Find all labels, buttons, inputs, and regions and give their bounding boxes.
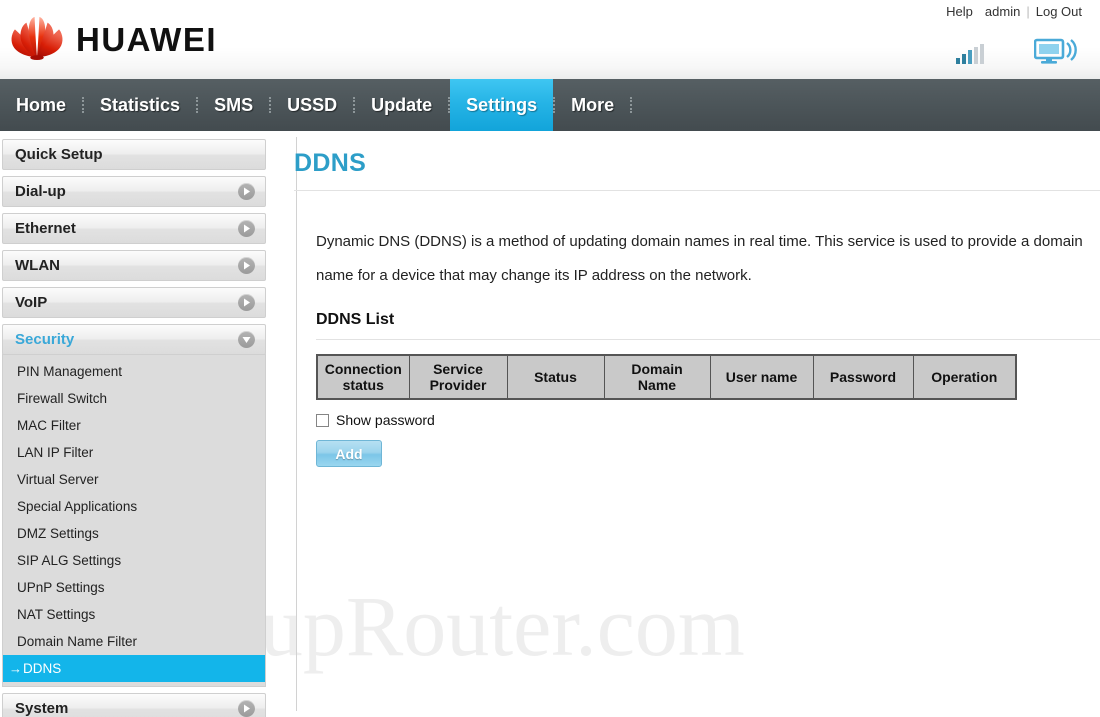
brand-name: HUAWEI bbox=[76, 20, 217, 58]
huawei-logo: HUAWEI bbox=[8, 13, 217, 66]
sidebar-group-ethernet: Ethernet bbox=[2, 213, 266, 244]
wifi-monitor-icon bbox=[1033, 38, 1078, 69]
page-description: Dynamic DNS (DDNS) is a method of updati… bbox=[316, 233, 1083, 284]
sidebar-item-nat-settings[interactable]: NAT Settings bbox=[3, 601, 265, 628]
main-navigation: Home Statistics SMS USSD Update Settings… bbox=[0, 79, 1100, 131]
sidebar-item-label: WLAN bbox=[15, 257, 60, 274]
sidebar-subitem-label: Special Applications bbox=[17, 499, 138, 514]
sidebar-item-ethernet[interactable]: Ethernet bbox=[2, 213, 266, 244]
column-header-service-provider: Service Provider bbox=[408, 354, 508, 400]
page-title: DDNS bbox=[294, 149, 367, 177]
sidebar-item-mac-filter[interactable]: MAC Filter bbox=[3, 412, 265, 439]
sidebar-item-special-applications[interactable]: Special Applications bbox=[3, 493, 265, 520]
top-account-links: Help admin | Log Out bbox=[940, 4, 1088, 19]
nav-separator bbox=[630, 97, 633, 113]
table-header-row: Connection status Service Provider Statu… bbox=[316, 354, 1017, 400]
title-divider bbox=[294, 190, 1100, 191]
sidebar-group-quick-setup: Quick Setup bbox=[2, 139, 266, 170]
ddns-list-heading: DDNS List bbox=[316, 311, 395, 328]
nav-item-ussd[interactable]: USSD bbox=[271, 79, 353, 131]
column-header-status: Status bbox=[506, 354, 605, 400]
sidebar-item-security[interactable]: Security bbox=[2, 324, 266, 355]
sidebar-subitem-label: Virtual Server bbox=[17, 472, 99, 487]
list-divider bbox=[316, 339, 1100, 340]
column-header-operation: Operation bbox=[912, 354, 1017, 400]
sidebar-item-dial-up[interactable]: Dial-up bbox=[2, 176, 266, 207]
sidebar-subitem-label: Domain Name Filter bbox=[17, 634, 138, 649]
sidebar-item-domain-name-filter[interactable]: Domain Name Filter bbox=[3, 628, 265, 655]
nav-item-settings[interactable]: Settings bbox=[450, 79, 554, 131]
sidebar-subitem-label: PIN Management bbox=[17, 364, 123, 379]
router-admin-page: HUAWEI Help admin | Log Out Home Statist… bbox=[0, 0, 1100, 717]
ddns-table: Connection status Service Provider Statu… bbox=[316, 354, 1017, 400]
sidebar-group-system: System bbox=[2, 693, 266, 717]
sidebar-item-upnp-settings[interactable]: UPnP Settings bbox=[3, 574, 265, 601]
sidebar-subitem-label: DDNS bbox=[23, 661, 62, 676]
sidebar-submenu-security: PIN Management Firewall Switch MAC Filte… bbox=[2, 354, 266, 687]
column-header-connection-status: Connection status bbox=[316, 354, 410, 400]
sidebar-item-wlan[interactable]: WLAN bbox=[2, 250, 266, 281]
sidebar-item-voip[interactable]: VoIP bbox=[2, 287, 266, 318]
main-content: DDNS Dynamic DNS (DDNS) is a method of u… bbox=[272, 131, 1100, 717]
page-header: HUAWEI Help admin | Log Out bbox=[0, 0, 1100, 79]
sidebar-item-quick-setup[interactable]: Quick Setup bbox=[2, 139, 266, 170]
sidebar-item-ddns[interactable]: → DDNS bbox=[3, 655, 265, 682]
sidebar-group-voip: VoIP bbox=[2, 287, 266, 318]
current-user-link[interactable]: admin bbox=[979, 4, 1026, 19]
status-icon-group bbox=[956, 38, 1078, 69]
signal-bars-icon bbox=[956, 44, 986, 69]
page-body: SetupRouter.com Quick Setup Dial-up Ethe… bbox=[0, 131, 1100, 717]
logout-link[interactable]: Log Out bbox=[1030, 4, 1088, 19]
sidebar-subitem-label: DMZ Settings bbox=[17, 526, 99, 541]
sidebar-item-label: Dial-up bbox=[15, 183, 66, 200]
chevron-right-icon[interactable] bbox=[238, 294, 255, 311]
sidebar-item-label: VoIP bbox=[15, 294, 48, 311]
chevron-right-icon[interactable] bbox=[238, 220, 255, 237]
sidebar-item-label: Security bbox=[15, 331, 75, 348]
nav-item-more[interactable]: More bbox=[555, 79, 630, 131]
chevron-down-icon[interactable] bbox=[238, 331, 255, 348]
sidebar-group-wlan: WLAN bbox=[2, 250, 266, 281]
sidebar-item-firewall-switch[interactable]: Firewall Switch bbox=[3, 385, 265, 412]
selected-arrow-icon: → bbox=[9, 661, 22, 676]
sidebar-subitem-label: Firewall Switch bbox=[17, 391, 108, 406]
column-header-domain-name: Domain Name bbox=[603, 354, 711, 400]
sidebar-subitem-label: LAN IP Filter bbox=[17, 445, 94, 460]
nav-item-home[interactable]: Home bbox=[0, 79, 82, 131]
sidebar-subitem-label: NAT Settings bbox=[17, 607, 96, 622]
sidebar-item-label: Quick Setup bbox=[15, 146, 103, 163]
sidebar-item-virtual-server[interactable]: Virtual Server bbox=[3, 466, 265, 493]
column-header-user-name: User name bbox=[709, 354, 814, 400]
sidebar-subitem-label: SIP ALG Settings bbox=[17, 553, 122, 568]
help-link[interactable]: Help bbox=[940, 4, 979, 19]
show-password-row: Show password bbox=[316, 412, 1100, 428]
sidebar-group-dial-up: Dial-up bbox=[2, 176, 266, 207]
chevron-right-icon[interactable] bbox=[238, 700, 255, 717]
show-password-label[interactable]: Show password bbox=[336, 412, 435, 428]
sidebar-item-sip-alg-settings[interactable]: SIP ALG Settings bbox=[3, 547, 265, 574]
nav-item-sms[interactable]: SMS bbox=[198, 79, 269, 131]
sidebar-subitem-label: MAC Filter bbox=[17, 418, 81, 433]
column-header-password: Password bbox=[812, 354, 914, 400]
sidebar-item-lan-ip-filter[interactable]: LAN IP Filter bbox=[3, 439, 265, 466]
chevron-right-icon[interactable] bbox=[238, 257, 255, 274]
sidebar-item-label: System bbox=[15, 700, 69, 717]
add-button[interactable]: Add bbox=[316, 440, 382, 467]
sidebar-item-dmz-settings[interactable]: DMZ Settings bbox=[3, 520, 265, 547]
sidebar: Quick Setup Dial-up Ethernet WLAN VoIP S… bbox=[0, 131, 272, 717]
huawei-flower-logo-icon bbox=[8, 13, 66, 66]
sidebar-item-system[interactable]: System bbox=[2, 693, 266, 717]
sidebar-item-pin-management[interactable]: PIN Management bbox=[3, 358, 265, 385]
nav-item-statistics[interactable]: Statistics bbox=[84, 79, 196, 131]
show-password-checkbox[interactable] bbox=[316, 413, 329, 427]
chevron-right-icon[interactable] bbox=[238, 183, 255, 200]
sidebar-subitem-label: UPnP Settings bbox=[17, 580, 105, 595]
sidebar-group-security: Security PIN Management Firewall Switch … bbox=[2, 324, 266, 687]
nav-item-update[interactable]: Update bbox=[355, 79, 448, 131]
sidebar-item-label: Ethernet bbox=[15, 220, 76, 237]
